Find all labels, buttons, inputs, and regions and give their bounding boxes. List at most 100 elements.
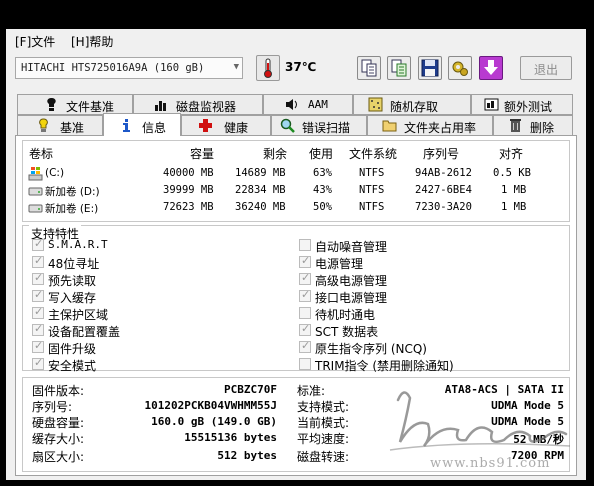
column-header[interactable]: 容量 [190,145,214,162]
disk-monitor-icon [155,101,166,111]
features-group: 支持特性 S.M.A.R.T 48位寻址 预先读取 写入缓存 主保护区域 设备配… [22,225,570,373]
checkbox [299,254,311,268]
menu-file[interactable]: [F]文件 [15,33,55,50]
firmware-label: 固件版本: [32,384,85,398]
tab-label: 额外测试 [504,100,553,114]
tab-label: 文件夹占用率 [404,121,477,135]
checkbox [32,254,44,268]
tab-aam[interactable]: AAM [263,94,353,115]
tab-error-scan[interactable]: 错误扫描 [271,115,367,136]
volume-alignment: 0.5 KB [493,167,531,179]
feature-label: 48位寻址 [48,257,100,271]
download-button[interactable] [479,56,503,80]
cache-label: 缓存大小: [32,432,85,446]
toolbar: HITACHI HTS725016A9A (160 gB) ▼ 37℃ 退出 [6,51,586,89]
tab-folder-usage[interactable]: 文件夹占用率 [367,115,493,136]
volume-label: 新加卷 (E:) [45,203,99,215]
tab-benchmark[interactable]: 基准 [17,115,103,136]
copy-button[interactable] [357,56,381,80]
settings-button[interactable] [448,56,472,80]
disk-select-value: HITACHI HTS725016A9A (160 gB) [21,62,205,74]
info-icon [123,119,130,132]
volume-free: 14689 MB [235,167,286,179]
health-icon [199,119,212,132]
avg-speed-value: 52 MB/秒 [513,433,564,446]
serial-label: 序列号: [32,400,73,414]
feature-label: 主保护区域 [48,308,109,322]
rpm-label: 磁盘转速: [297,450,350,464]
save-icon [421,59,439,77]
benchmark-icon [39,118,48,132]
settings-icon [452,61,468,76]
watermark-url: www.nbs91.com [430,456,551,471]
column-header[interactable]: 对齐 [499,145,523,162]
volume-serial: 2427-6BE4 [415,184,472,196]
standard-value: ATA8-ACS | SATA II [444,383,564,396]
tab-info[interactable]: 信息 [103,113,181,136]
volume-serial: 7230-3A20 [415,201,472,213]
speaker-icon [286,99,297,110]
tab-random-access[interactable]: 随机存取 [353,94,471,115]
checkbox [32,322,44,336]
tab-label: AAM [308,98,328,111]
app-window: [F]文件 [H]帮助 HITACHI HTS725016A9A (160 gB… [6,29,586,480]
volume-serial: 94AB-2612 [415,167,472,179]
checkbox [299,358,311,370]
volume-alignment: 1 MB [501,184,527,196]
volume-free: 22834 MB [235,184,286,196]
tab-label: 错误扫描 [302,121,351,135]
checkbox [32,339,44,353]
tab-health[interactable]: 健康 [181,115,271,136]
tab-label: 随机存取 [390,100,439,114]
exit-button[interactable]: 退出 [520,56,572,80]
down-arrow-icon [484,60,498,75]
volume-list[interactable]: 卷标 容量 剩余 使用 文件系统 序列号 对齐 (C:) 40000 MB 14… [22,140,570,222]
volume-capacity: 39999 MB [163,184,214,196]
checkbox [299,288,311,302]
feature-label: S.M.A.R.T [48,238,108,251]
checkbox [32,305,44,319]
drive-icon [28,204,43,213]
supported-mode-value: UDMA Mode 5 [491,399,564,412]
disk-select[interactable]: HITACHI HTS725016A9A (160 gB) ▼ [15,57,243,79]
volume-label: 新加卷 (D:) [45,186,100,198]
save-button[interactable] [418,56,442,80]
thermometer-icon[interactable] [256,55,280,81]
avg-speed-label: 平均速度: [297,432,350,446]
volume-free: 36240 MB [235,201,286,213]
supported-mode-label: 支持模式: [297,400,350,414]
copy-green-icon [391,59,407,77]
temperature-value: 37℃ [285,60,317,74]
extra-tests-icon [484,98,499,111]
column-header[interactable]: 序列号 [423,145,459,162]
feature-label: 安全模式 [48,359,97,373]
current-mode-value: UDMA Mode 5 [491,415,564,428]
column-header[interactable]: 卷标 [29,145,53,162]
column-header[interactable]: 剩余 [263,145,287,162]
column-header[interactable]: 文件系统 [349,145,397,162]
sector-label: 扇区大小: [32,450,85,464]
serial-value: 101202PCKB04VWHMM55J [144,399,277,412]
table-row[interactable]: 新加卷 (E:) 72623 MB 36240 MB 50% NTFS 7230… [23,200,569,217]
tab-extra-tests[interactable]: 额外测试 [471,94,573,115]
sector-value: 512 bytes [217,449,277,462]
copy-all-button[interactable] [387,56,411,80]
menu-help[interactable]: [H]帮助 [71,33,113,50]
volume-used: 63% [313,167,332,179]
table-row[interactable]: 新加卷 (D:) 39999 MB 22834 MB 43% NTFS 2427… [23,183,569,200]
tab-disk-monitor[interactable]: 磁盘监视器 [133,94,263,115]
feature-label: 原生指令序列 (NCQ) [315,342,427,356]
checkbox [32,356,44,370]
feature-label: SCT 数据表 [315,325,379,339]
volume-used: 43% [313,184,332,196]
tab-label: 删除 [530,121,555,135]
column-header[interactable]: 使用 [309,145,333,162]
volume-label: (C:) [45,167,65,179]
tab-label: 信息 [142,121,167,135]
checkbox [32,237,44,251]
tab-file-benchmark[interactable]: 文件基准 [17,94,133,115]
tab-erase[interactable]: 删除 [493,115,573,136]
table-row[interactable]: (C:) 40000 MB 14689 MB 63% NTFS 94AB-261… [23,166,569,183]
checkbox [32,271,44,285]
feature-label: 预先读取 [48,274,97,288]
